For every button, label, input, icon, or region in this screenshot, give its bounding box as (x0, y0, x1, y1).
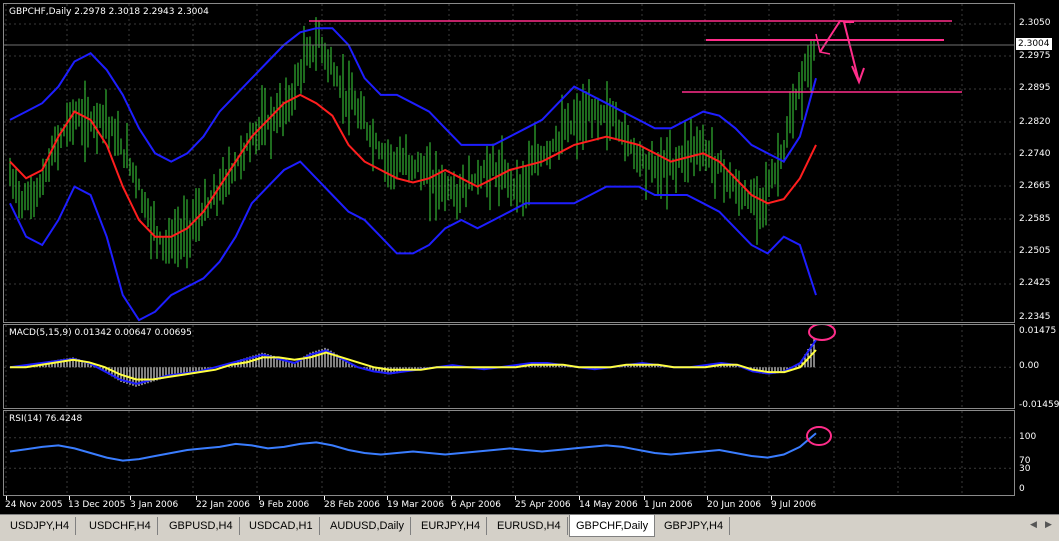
macd-label: MACD(5,15,9) 0.01342 0.00647 0.00695 (9, 328, 192, 338)
price-chart-panel[interactable]: GBPCHF,Daily 2.2978 2.3018 2.2943 2.3004 (3, 3, 1015, 323)
lower-band-line (9, 160, 817, 322)
price-chart-label: GBPCHF,Daily 2.2978 2.3018 2.2943 2.3004 (9, 7, 209, 17)
macd-axis-label: 0.00 (1019, 361, 1040, 371)
price-label: 2.2975 (1019, 51, 1051, 61)
tab-eurjpy-h4[interactable]: EURJPY,H4 (415, 517, 488, 535)
time-label: 6 Apr 2006 (451, 500, 501, 510)
tab-scroll-left-icon[interactable]: ◀ (1030, 520, 1037, 530)
rsi-panel[interactable]: RSI(14) 76.4248 (3, 410, 1015, 496)
price-label: 2.2895 (1019, 83, 1051, 93)
macd-axis-label: 0.01475 (1019, 326, 1057, 336)
tab-audusd-daily[interactable]: AUDUSD,Daily (324, 517, 411, 535)
time-label: 25 Apr 2006 (515, 500, 571, 510)
price-chart-canvas[interactable] (4, 4, 1014, 322)
time-label: 24 Nov 2005 (5, 500, 63, 510)
annotation-arrow (815, 33, 831, 55)
macd-signal-line (10, 349, 817, 381)
time-label: 1 Jun 2006 (644, 500, 693, 510)
macd-panel[interactable]: MACD(5,15,9) 0.01342 0.00647 0.00695 (3, 324, 1015, 409)
annotation-circle (808, 325, 836, 341)
price-label: 2.2665 (1019, 181, 1051, 191)
rsi-axis-label: 30 (1019, 464, 1031, 474)
time-label: 9 Feb 2006 (259, 500, 310, 510)
time-label: 3 Jan 2006 (130, 500, 179, 510)
time-label: 20 Jun 2006 (707, 500, 762, 510)
time-label: 22 Jan 2006 (196, 500, 250, 510)
price-label: 2.2505 (1019, 246, 1051, 256)
tab-usdchf-h4[interactable]: USDCHF,H4 (83, 517, 158, 535)
candles (9, 17, 815, 269)
chart-tab-bar: USDJPY,H4 USDCHF,H4 GBPUSD,H4 USDCAD,H1 … (0, 514, 1059, 541)
grid (4, 4, 1014, 322)
time-label: 13 Dec 2005 (68, 500, 126, 510)
rsi-axis-label: 0 (1019, 484, 1025, 494)
annotation-arrow (819, 19, 865, 85)
price-label: 2.2345 (1019, 312, 1051, 322)
price-label: 2.2585 (1019, 214, 1051, 224)
tab-gbpusd-h4[interactable]: GBPUSD,H4 (163, 517, 240, 535)
current-price-marker: 2.3004 (1016, 38, 1052, 50)
rsi-label: RSI(14) 76.4248 (9, 414, 83, 424)
price-axis: 2.3050 2.3004 2.2975 2.2895 2.2820 2.274… (1015, 0, 1059, 496)
price-label: 2.2425 (1019, 278, 1051, 288)
grid (4, 411, 1014, 495)
time-label: 14 May 2006 (579, 500, 638, 510)
time-label: 28 Feb 2006 (324, 500, 381, 510)
tab-usdcad-h1[interactable]: USDCAD,H1 (243, 517, 320, 535)
annotation-circle (806, 426, 832, 446)
time-label: 9 Jul 2006 (771, 500, 817, 510)
rsi-axis-label: 100 (1019, 432, 1037, 442)
tab-gbpchf-daily[interactable]: GBPCHF,Daily (569, 515, 656, 537)
chart-window: GBPCHF,Daily 2.2978 2.3018 2.2943 2.3004… (0, 0, 1059, 541)
price-label: 2.3050 (1019, 18, 1051, 28)
macd-axis-label: -0.01459 (1019, 400, 1059, 410)
price-label: 2.2740 (1019, 149, 1051, 159)
tab-gbpjpy-h4[interactable]: GBPJPY,H4 (658, 517, 731, 535)
macd-histogram (12, 338, 815, 387)
time-axis: 24 Nov 2005 13 Dec 2005 3 Jan 2006 22 Ja… (3, 496, 1015, 512)
tab-scroll-right-icon[interactable]: ▶ (1045, 520, 1052, 530)
rsi-canvas[interactable] (4, 411, 1014, 495)
upper-band-line (9, 27, 817, 163)
time-label: 19 Mar 2006 (387, 500, 445, 510)
tab-eurusd-h4[interactable]: EURUSD,H4 (491, 517, 568, 535)
tab-usdjpy-h4[interactable]: USDJPY,H4 (4, 517, 77, 535)
price-label: 2.2820 (1019, 117, 1051, 127)
